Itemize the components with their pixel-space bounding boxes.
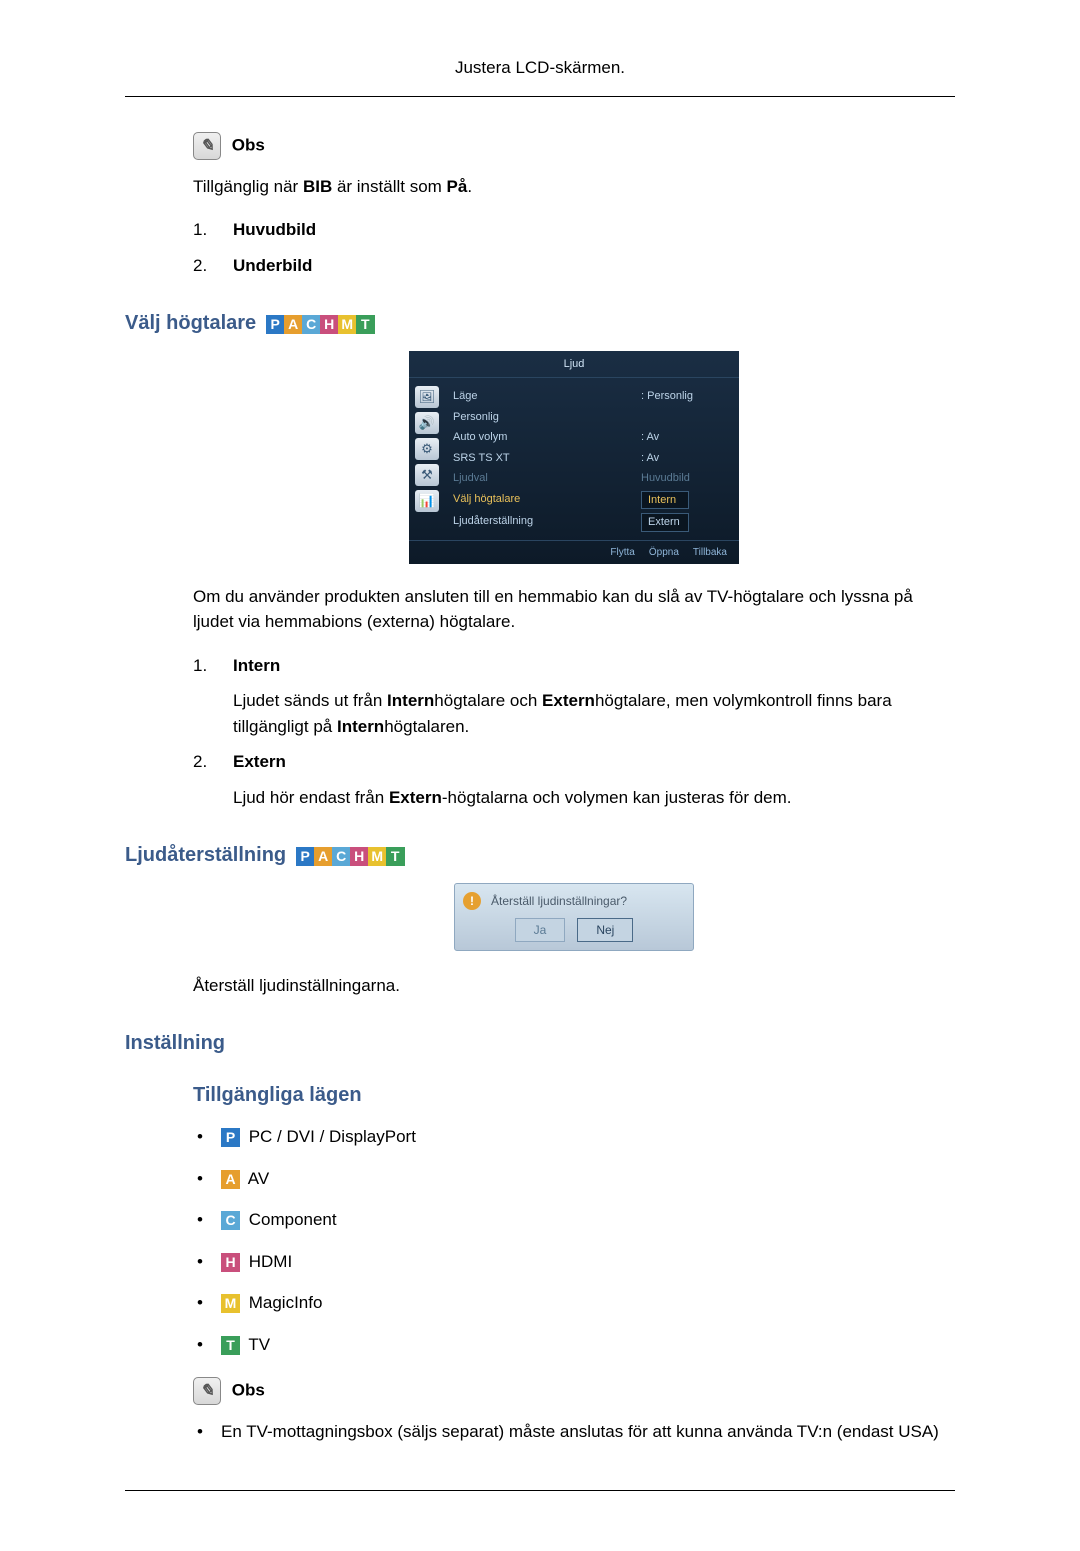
page-header: Justera LCD-skärmen. [125, 55, 955, 97]
list-item: 1.Huvudbild [193, 217, 955, 243]
list-item: 2.ExternLjud hör endast från Extern-högt… [193, 749, 955, 810]
page: Justera LCD-skärmen. ✎ Obs Tillgänglig n… [0, 0, 1080, 1551]
obs1-list: 1.Huvudbild 2.Underbild [193, 217, 955, 278]
mode-badge-icon: C [302, 315, 321, 334]
valj-paragraph: Om du använder produkten ansluten till e… [193, 584, 955, 635]
osd-panel: Ljud 🖼 🔊 ⚙ ⚒ 📊 Läge: PersonligPersonligA… [409, 351, 739, 564]
osd-icon: 📊 [415, 490, 439, 512]
note-label: Obs [232, 135, 265, 154]
mode-badge-icon: H [350, 847, 369, 866]
obs1-text: Tillgänglig när BIB är inställt som På. [193, 174, 955, 200]
mode-item: H HDMI [221, 1249, 955, 1275]
section-installning: Inställning [125, 1028, 955, 1058]
sub-tillgangliga-lagen: Tillgängliga lägen [193, 1080, 955, 1110]
osd-menu-row: SRS TS XT: Av [453, 448, 727, 469]
mode-badge-icon: P [266, 315, 285, 334]
osd-footer: Flytta Öppna Tillbaka [409, 540, 739, 564]
footer-rule [125, 1490, 955, 1491]
mode-badge-icon: M [338, 315, 357, 334]
mode-item: M MagicInfo [221, 1290, 955, 1316]
mode-badge-icon: A [284, 315, 303, 334]
mode-badges: PACHMT [266, 309, 374, 339]
osd-icon: ⚒ [415, 464, 439, 486]
dialog-yes-button: Ja [515, 918, 566, 942]
obs2-list: En TV-mottagningsbox (säljs separat) mås… [193, 1419, 955, 1445]
header-title: Justera LCD-skärmen. [455, 58, 625, 77]
mode-badge-icon: A [314, 847, 333, 866]
note-icon: ✎ [193, 1377, 221, 1405]
osd-menu: Läge: PersonligPersonligAuto volym: AvSR… [453, 386, 727, 534]
valj-list: 1.InternLjudet sänds ut från Internhögta… [193, 653, 955, 811]
reset-dialog: ! Återställ ljudinställningar? Ja Nej [454, 883, 694, 951]
list-item: 2.Underbild [193, 253, 955, 279]
note-block-1: ✎ Obs [193, 132, 955, 160]
mode-item: C Component [221, 1207, 955, 1233]
obs2-bullet: En TV-mottagningsbox (säljs separat) mås… [221, 1419, 955, 1445]
osd-menu-row: Personlig [453, 407, 727, 428]
osd-menu-row: LjudvalHuvudbild [453, 468, 727, 489]
content-body: ✎ Obs Tillgänglig när BIB är inställt so… [125, 132, 955, 1445]
dialog-no-button: Nej [577, 918, 633, 942]
note-block-2: ✎ Obs [193, 1377, 955, 1405]
section-ljud-reset: Ljudåterställning PACHMT [125, 840, 955, 871]
mode-badge-icon: T [386, 847, 405, 866]
osd-icon: 🔊 [415, 412, 439, 434]
modes-list: P PC / DVI / DisplayPort A AV C Component H… [193, 1124, 955, 1357]
mode-item: A AV [221, 1166, 955, 1192]
dialog-question: Återställ ljudinställningar? [491, 892, 627, 910]
mode-badge-icon: T [356, 315, 375, 334]
mode-badge-icon: C [221, 1211, 240, 1230]
section-valj-hogtalare: Välj högtalare PACHMT [125, 308, 955, 339]
mode-badge-icon: M [221, 1294, 240, 1313]
note-label: Obs [232, 1381, 265, 1400]
list-item: 1.InternLjudet sänds ut från Internhögta… [193, 653, 955, 740]
mode-badge-icon: T [221, 1336, 240, 1355]
osd-menu-row: LjudåterställningExtern [453, 511, 727, 534]
mode-badge-icon: M [368, 847, 387, 866]
mode-badge-icon: P [221, 1128, 240, 1147]
mode-item: P PC / DVI / DisplayPort [221, 1124, 955, 1150]
mode-badge-icon: H [221, 1253, 240, 1272]
dialog-screenshot: ! Återställ ljudinställningar? Ja Nej [193, 883, 955, 951]
osd-footer-item: Tillbaka [693, 545, 727, 560]
mode-badge-icon: P [296, 847, 315, 866]
mode-badge-icon: H [320, 315, 339, 334]
osd-title: Ljud [409, 351, 739, 379]
warning-icon: ! [463, 892, 481, 910]
osd-screenshot: Ljud 🖼 🔊 ⚙ ⚒ 📊 Läge: PersonligPersonligA… [193, 351, 955, 564]
osd-footer-item: Flytta [610, 545, 634, 560]
reset-paragraph: Återställ ljudinställningarna. [193, 973, 955, 999]
mode-badge-icon: C [332, 847, 351, 866]
mode-item: T TV [221, 1332, 955, 1358]
mode-badges: PACHMT [296, 841, 404, 871]
note-icon: ✎ [193, 132, 221, 160]
osd-footer-item: Öppna [649, 545, 679, 560]
mode-badge-icon: A [221, 1170, 240, 1189]
osd-menu-row: Auto volym: Av [453, 427, 727, 448]
osd-side-icons: 🖼 🔊 ⚙ ⚒ 📊 [415, 386, 439, 534]
osd-icon: 🖼 [415, 386, 439, 408]
osd-icon: ⚙ [415, 438, 439, 460]
osd-menu-row: Läge: Personlig [453, 386, 727, 407]
osd-menu-row: Välj högtalareIntern [453, 489, 727, 512]
